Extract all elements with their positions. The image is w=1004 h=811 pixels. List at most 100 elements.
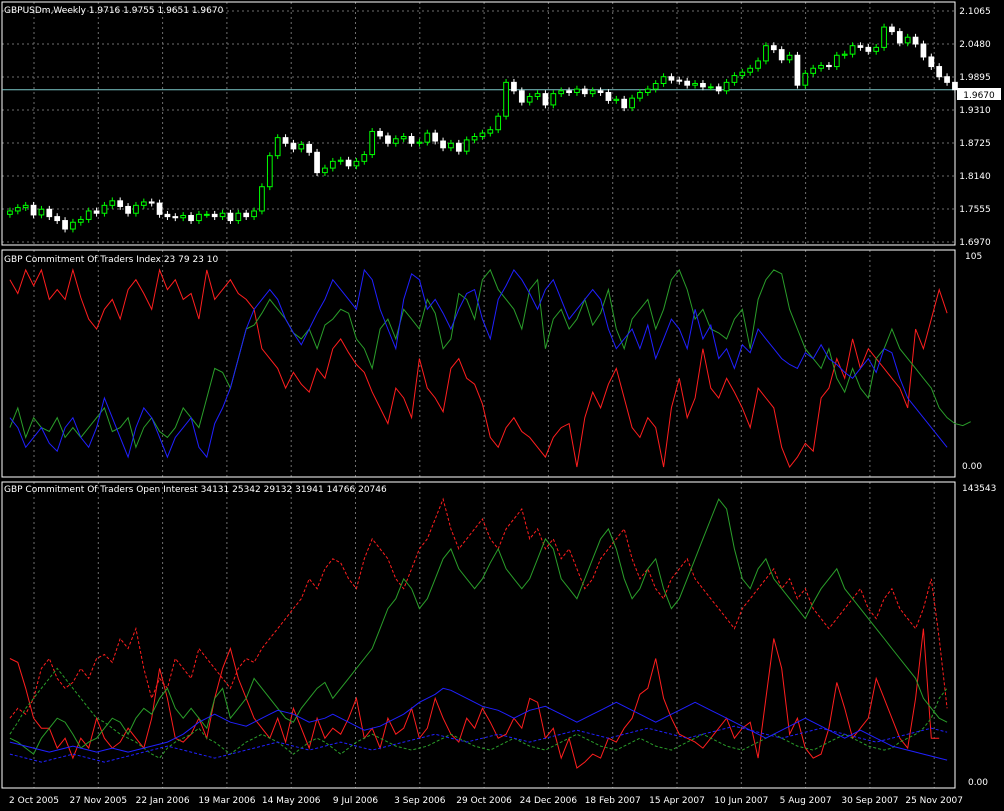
- candle-up: [416, 141, 423, 144]
- cot-index-pane[interactable]: [9, 268, 971, 468]
- candle-up: [392, 138, 399, 144]
- candle-down: [117, 200, 124, 207]
- candle-up: [361, 154, 368, 162]
- series-line-1: [9, 497, 948, 719]
- candle-down: [715, 86, 722, 92]
- candle-up: [251, 210, 257, 218]
- candle-up: [298, 143, 305, 150]
- candle-up: [841, 53, 848, 56]
- candle-up: [133, 204, 139, 214]
- price-y-tick: 1.6970: [959, 238, 991, 248]
- oi-y-tick: 143543: [962, 484, 996, 494]
- candle-down: [865, 46, 872, 52]
- candle-up: [833, 54, 840, 68]
- candle-up: [731, 75, 738, 83]
- candle-down: [605, 92, 612, 101]
- candle-down: [243, 212, 250, 218]
- current-price-label: 1.9670: [963, 91, 995, 101]
- x-tick-label: 5 Aug 2007: [780, 796, 832, 806]
- price-pane-title: GBPUSDm,Weekly 1.9716 1.9755 1.9651 1.96…: [4, 6, 224, 16]
- candle-down: [621, 98, 628, 109]
- candle-down: [542, 93, 549, 106]
- candle-down: [188, 214, 194, 222]
- candle-down: [46, 208, 53, 218]
- candle-down: [896, 31, 903, 44]
- candle-up: [479, 132, 486, 138]
- x-tick-label: 15 Apr 2007: [649, 796, 705, 806]
- price-y-tick: 1.8725: [959, 139, 991, 149]
- candle-down: [928, 56, 935, 68]
- candle-down: [700, 82, 706, 88]
- candle-up: [652, 82, 659, 90]
- candle-up: [881, 26, 887, 48]
- chart-canvas[interactable]: 2.1065 2.0480 1.9895 1.9310 1.8725 1.8140 1.75…: [0, 0, 1004, 807]
- candle-down: [912, 36, 919, 45]
- candle-down: [566, 90, 572, 94]
- series-line-2: [9, 498, 948, 755]
- candle-up: [101, 204, 108, 214]
- candle-up: [755, 60, 761, 69]
- x-tick-label: 18 Feb 2007: [585, 796, 641, 806]
- candle-up: [471, 136, 478, 141]
- candle-up: [424, 132, 431, 143]
- candle-up: [448, 142, 454, 149]
- candle-down: [455, 142, 462, 152]
- candle-down: [936, 66, 943, 78]
- price-y-tick: 1.8140: [959, 172, 991, 182]
- candle-down: [684, 80, 691, 86]
- candle-down: [125, 205, 131, 214]
- candle-down: [30, 204, 37, 216]
- candle-down: [306, 143, 313, 153]
- candle-up: [613, 98, 620, 101]
- y-axis-labels: 2.1065 2.0480 1.9895 1.9310 1.8725 1.8140 1.75…: [959, 7, 996, 494]
- candle-down: [432, 132, 439, 142]
- candle-down: [156, 202, 163, 215]
- candle-up: [274, 137, 281, 157]
- candle-up: [550, 93, 557, 106]
- index-y-tick: 0.00: [962, 462, 982, 472]
- candle-down: [857, 45, 864, 48]
- candle-up: [329, 160, 336, 169]
- x-tick-label: 22 Jan 2006: [136, 796, 190, 806]
- x-tick-label: 30 Sep 2007: [841, 796, 898, 806]
- candle-down: [889, 26, 895, 33]
- price-y-tick: 2.1065: [959, 7, 991, 17]
- candle-up: [747, 67, 754, 73]
- candle-up: [589, 90, 596, 95]
- candle-up: [637, 92, 643, 99]
- candle-up: [723, 81, 730, 92]
- candle-up: [574, 88, 580, 94]
- candle-up: [369, 130, 376, 156]
- candle-down: [597, 90, 604, 94]
- candle-up: [353, 160, 360, 167]
- candle-up: [77, 218, 84, 223]
- candle-up: [85, 210, 92, 220]
- candle-up: [802, 72, 809, 86]
- price-pane[interactable]: [2, 23, 958, 233]
- candle-up: [463, 139, 470, 152]
- candle-down: [377, 130, 383, 137]
- x-tick-label: 27 Nov 2005: [69, 796, 127, 806]
- candle-down: [770, 45, 777, 51]
- candle-up: [196, 213, 202, 222]
- candle-down: [952, 81, 958, 91]
- candle-up: [526, 95, 533, 103]
- candle-down: [408, 136, 415, 144]
- candle-up: [644, 88, 651, 94]
- candle-up: [259, 186, 265, 212]
- oi-pane-title: GBP Commitment Of Traders Open Interest …: [4, 485, 387, 495]
- cot-open-interest-pane[interactable]: [9, 497, 948, 769]
- candle-down: [62, 220, 68, 230]
- candle-up: [322, 167, 328, 174]
- candle-up: [140, 201, 147, 206]
- x-axis-labels: 2 Oct 2005 27 Nov 2005 22 Jan 2006 19 Mar 2…: [9, 796, 963, 806]
- candle-up: [70, 221, 76, 230]
- price-y-tick: 2.0480: [959, 40, 991, 50]
- series-line-5: [9, 725, 948, 763]
- mt4-chart-window[interactable]: 2.1065 2.0480 1.9895 1.9310 1.8725 1.8140 1.75…: [0, 0, 1004, 807]
- x-tick-label: 3 Sep 2006: [394, 796, 446, 806]
- candle-up: [818, 64, 824, 69]
- candle-up: [739, 71, 746, 77]
- candle-down: [314, 151, 320, 174]
- candle-up: [786, 54, 793, 61]
